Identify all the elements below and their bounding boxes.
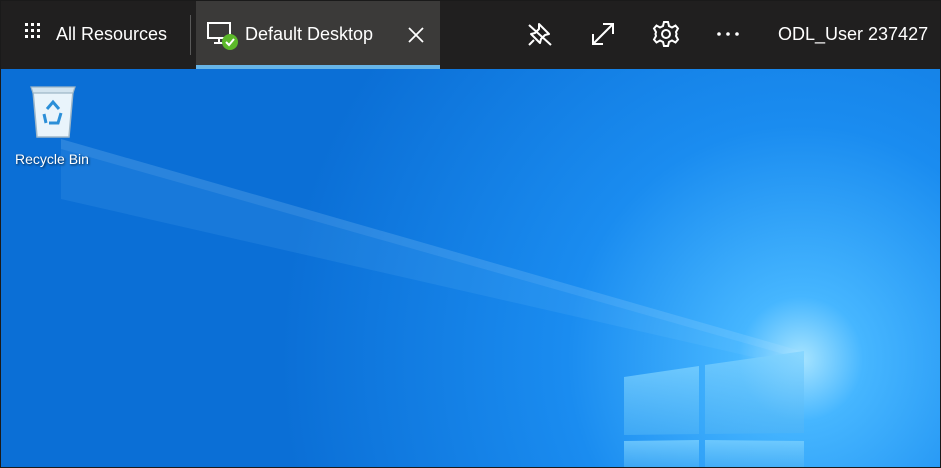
remote-desktop-window: All Resources Default Desktop ODL_User 2… <box>0 0 941 468</box>
recycle-bin-icon <box>30 86 76 138</box>
toolbar-divider <box>190 15 191 55</box>
pin-icon[interactable] <box>525 19 555 49</box>
close-icon[interactable] <box>404 23 428 47</box>
all-resources-button[interactable]: All Resources <box>1 1 187 69</box>
remote-desktop-screen[interactable]: Recycle Bin <box>1 69 940 467</box>
more-icon[interactable] <box>713 19 743 49</box>
monitor-connected-icon <box>207 22 238 50</box>
top-toolbar: All Resources Default Desktop ODL_User 2… <box>1 1 940 69</box>
user-account-menu[interactable]: ODL_User 237427 <box>778 24 928 45</box>
all-resources-label: All Resources <box>56 24 168 44</box>
tab-label: Default Desktop <box>245 24 374 44</box>
tab-default-desktop[interactable]: Default Desktop <box>196 1 440 69</box>
recycle-bin-label: Recycle Bin <box>15 151 89 167</box>
gear-icon[interactable] <box>651 19 681 49</box>
windows-wallpaper <box>1 69 940 467</box>
fullscreen-icon[interactable] <box>588 19 618 49</box>
waffle-icon <box>25 23 40 38</box>
recycle-bin-shortcut[interactable]: Recycle Bin <box>9 77 99 167</box>
